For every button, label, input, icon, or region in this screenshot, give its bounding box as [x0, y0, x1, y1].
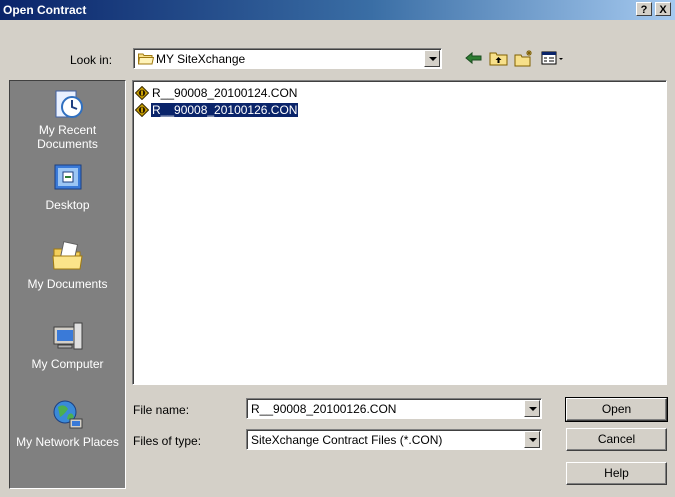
- file-type-label: Files of type:: [133, 434, 202, 448]
- file-name-input[interactable]: R__90008_20100126.CON: [246, 398, 542, 419]
- place-my-computer[interactable]: My Computer: [10, 319, 125, 371]
- look-in-dropdown-arrow[interactable]: [424, 50, 440, 67]
- place-my-documents[interactable]: My Documents: [10, 239, 125, 291]
- file-name: R__90008_20100126.CON: [149, 102, 300, 118]
- cancel-button[interactable]: Cancel: [566, 428, 667, 451]
- desktop-icon: [54, 164, 81, 190]
- help-title-button[interactable]: ?: [636, 2, 652, 16]
- file-type-dropdown[interactable]: SiteXchange Contract Files (*.CON): [246, 429, 542, 450]
- up-folder-icon[interactable]: [488, 49, 510, 67]
- look-in-value: MY SiteXchange: [156, 52, 246, 66]
- help-button[interactable]: Help: [566, 462, 667, 485]
- contract-file-icon: [135, 86, 149, 100]
- network-places-icon: [53, 400, 82, 429]
- places-bar: My Recent Documents Desktop My Documents…: [9, 80, 126, 489]
- file-type-value: SiteXchange Contract Files (*.CON): [251, 433, 443, 447]
- file-type-dropdown-arrow[interactable]: [524, 431, 540, 448]
- view-menu-icon[interactable]: [540, 49, 566, 67]
- place-label: My Computer: [31, 357, 104, 371]
- place-label: My Documents: [27, 277, 108, 291]
- title-bar: Open Contract ? X: [0, 0, 675, 20]
- my-computer-icon: [53, 322, 82, 350]
- place-my-network-places[interactable]: My Network Places: [10, 397, 125, 449]
- folder-icon: [137, 52, 155, 68]
- file-name-dropdown-arrow[interactable]: [524, 400, 540, 417]
- close-title-button[interactable]: X: [655, 2, 671, 16]
- window-title: Open Contract: [3, 3, 87, 17]
- look-in-label: Look in:: [70, 53, 113, 67]
- place-label: My Network Places: [16, 435, 119, 449]
- file-name: R__90008_20100124.CON: [152, 86, 298, 100]
- my-documents-icon: [51, 241, 83, 270]
- new-folder-icon[interactable]: [513, 49, 535, 67]
- place-label: My Recent Documents: [37, 123, 98, 151]
- place-my-recent-documents[interactable]: My Recent Documents: [10, 87, 125, 151]
- open-button[interactable]: Open: [565, 397, 668, 422]
- place-desktop[interactable]: Desktop: [10, 162, 125, 212]
- file-name-value: R__90008_20100126.CON: [251, 402, 397, 416]
- recent-documents-icon: [55, 90, 83, 118]
- file-name-label: File name:: [133, 403, 190, 417]
- contract-file-icon: [135, 103, 149, 117]
- back-icon[interactable]: [463, 49, 485, 67]
- place-label: Desktop: [45, 198, 90, 212]
- file-list[interactable]: R__90008_20100124.CON R__90008_20100126.…: [132, 80, 667, 385]
- look-in-dropdown[interactable]: MY SiteXchange: [133, 48, 442, 69]
